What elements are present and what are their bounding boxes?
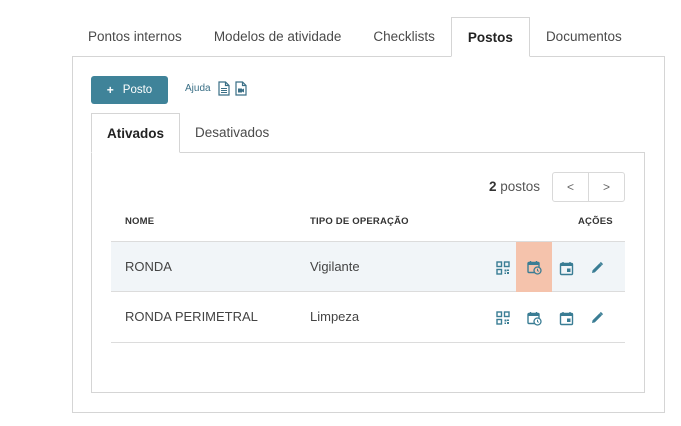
tab-ativados[interactable]: Ativados xyxy=(91,113,181,153)
tab-pontos-internos[interactable]: Pontos internos xyxy=(72,17,198,57)
schedule-icon[interactable] xyxy=(516,300,552,336)
video-file-icon[interactable] xyxy=(234,81,248,96)
column-header-name: NOME xyxy=(125,216,155,227)
help-link[interactable]: Ajuda xyxy=(185,83,211,94)
table-row: RONDA PERIMETRAL Limpeza xyxy=(111,292,625,343)
posto-operation-type: Limpeza xyxy=(310,309,360,324)
plus-icon: + xyxy=(106,83,114,97)
postos-count: 2 postos xyxy=(489,179,540,194)
previous-page-button[interactable]: < xyxy=(553,173,588,201)
schedule-icon[interactable] xyxy=(516,242,552,292)
postos-count-unit: postos xyxy=(500,179,541,194)
status-tabs: Ativados Desativados xyxy=(91,113,284,153)
pencil-icon[interactable] xyxy=(579,300,615,336)
add-posto-button[interactable]: + Posto xyxy=(91,76,168,104)
pencil-icon[interactable] xyxy=(579,250,615,286)
next-page-button[interactable]: > xyxy=(588,173,624,201)
postos-count-number: 2 xyxy=(489,179,497,194)
column-header-actions: AÇÕES xyxy=(578,216,613,227)
tab-documentos[interactable]: Documentos xyxy=(530,17,638,57)
posto-name: RONDA xyxy=(125,259,172,274)
document-icon[interactable] xyxy=(217,81,230,96)
table-row: RONDA Vigilante xyxy=(111,241,625,292)
tab-modelos-de-atividade[interactable]: Modelos de atividade xyxy=(198,17,358,57)
column-header-operation-type: TIPO DE OPERAÇÃO xyxy=(310,216,409,227)
tab-desativados[interactable]: Desativados xyxy=(180,113,284,153)
main-tabs: Pontos internos Modelos de atividade Che… xyxy=(72,17,638,57)
tab-checklists[interactable]: Checklists xyxy=(357,17,451,57)
help-area: Ajuda xyxy=(185,81,253,96)
pagination: < > xyxy=(552,172,625,202)
tab-postos[interactable]: Postos xyxy=(450,17,530,57)
add-posto-label: Posto xyxy=(122,84,153,96)
posto-operation-type: Vigilante xyxy=(310,259,360,274)
posto-name: RONDA PERIMETRAL xyxy=(125,309,258,324)
